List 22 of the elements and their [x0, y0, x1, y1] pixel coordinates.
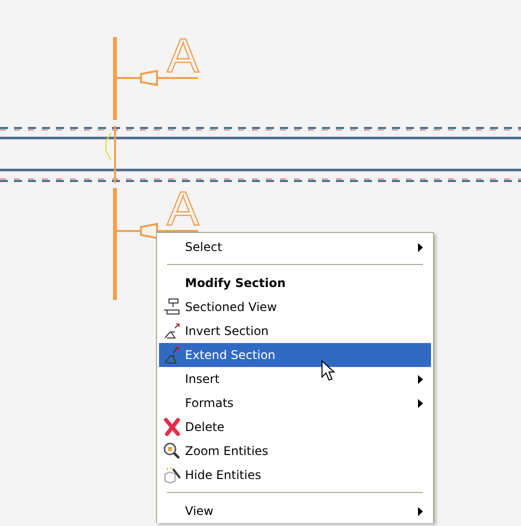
menu-item[interactable]: Extend Section	[159, 343, 431, 367]
menu-item[interactable]: Zoom Entities	[159, 439, 431, 463]
menu-item[interactable]: Select	[159, 235, 431, 259]
box-wand-icon	[163, 466, 181, 484]
menu-heading: Modify Section	[185, 276, 287, 290]
menu-item[interactable]: Sectioned View	[159, 295, 431, 319]
menu-item[interactable]: Invert Section	[159, 319, 431, 343]
section-label: A	[167, 30, 200, 83]
sectioned-view-icon	[163, 298, 181, 316]
invert-section-icon	[163, 322, 181, 340]
section-cut-line	[114, 126, 116, 183]
extend-section-icon	[163, 345, 181, 365]
menu-item[interactable]: Delete	[159, 415, 431, 439]
menu-item[interactable]: Formats	[159, 391, 431, 415]
mouse-cursor-icon	[321, 360, 335, 382]
selection-bracket	[105, 132, 112, 160]
menu-item[interactable]: Insert	[159, 367, 431, 391]
menu-item[interactable]: View	[159, 499, 431, 523]
delete-icon	[163, 418, 181, 436]
magnifier-icon	[163, 442, 181, 460]
menu-item[interactable]: Hide Entities	[159, 463, 431, 487]
section-label: A	[167, 183, 200, 236]
